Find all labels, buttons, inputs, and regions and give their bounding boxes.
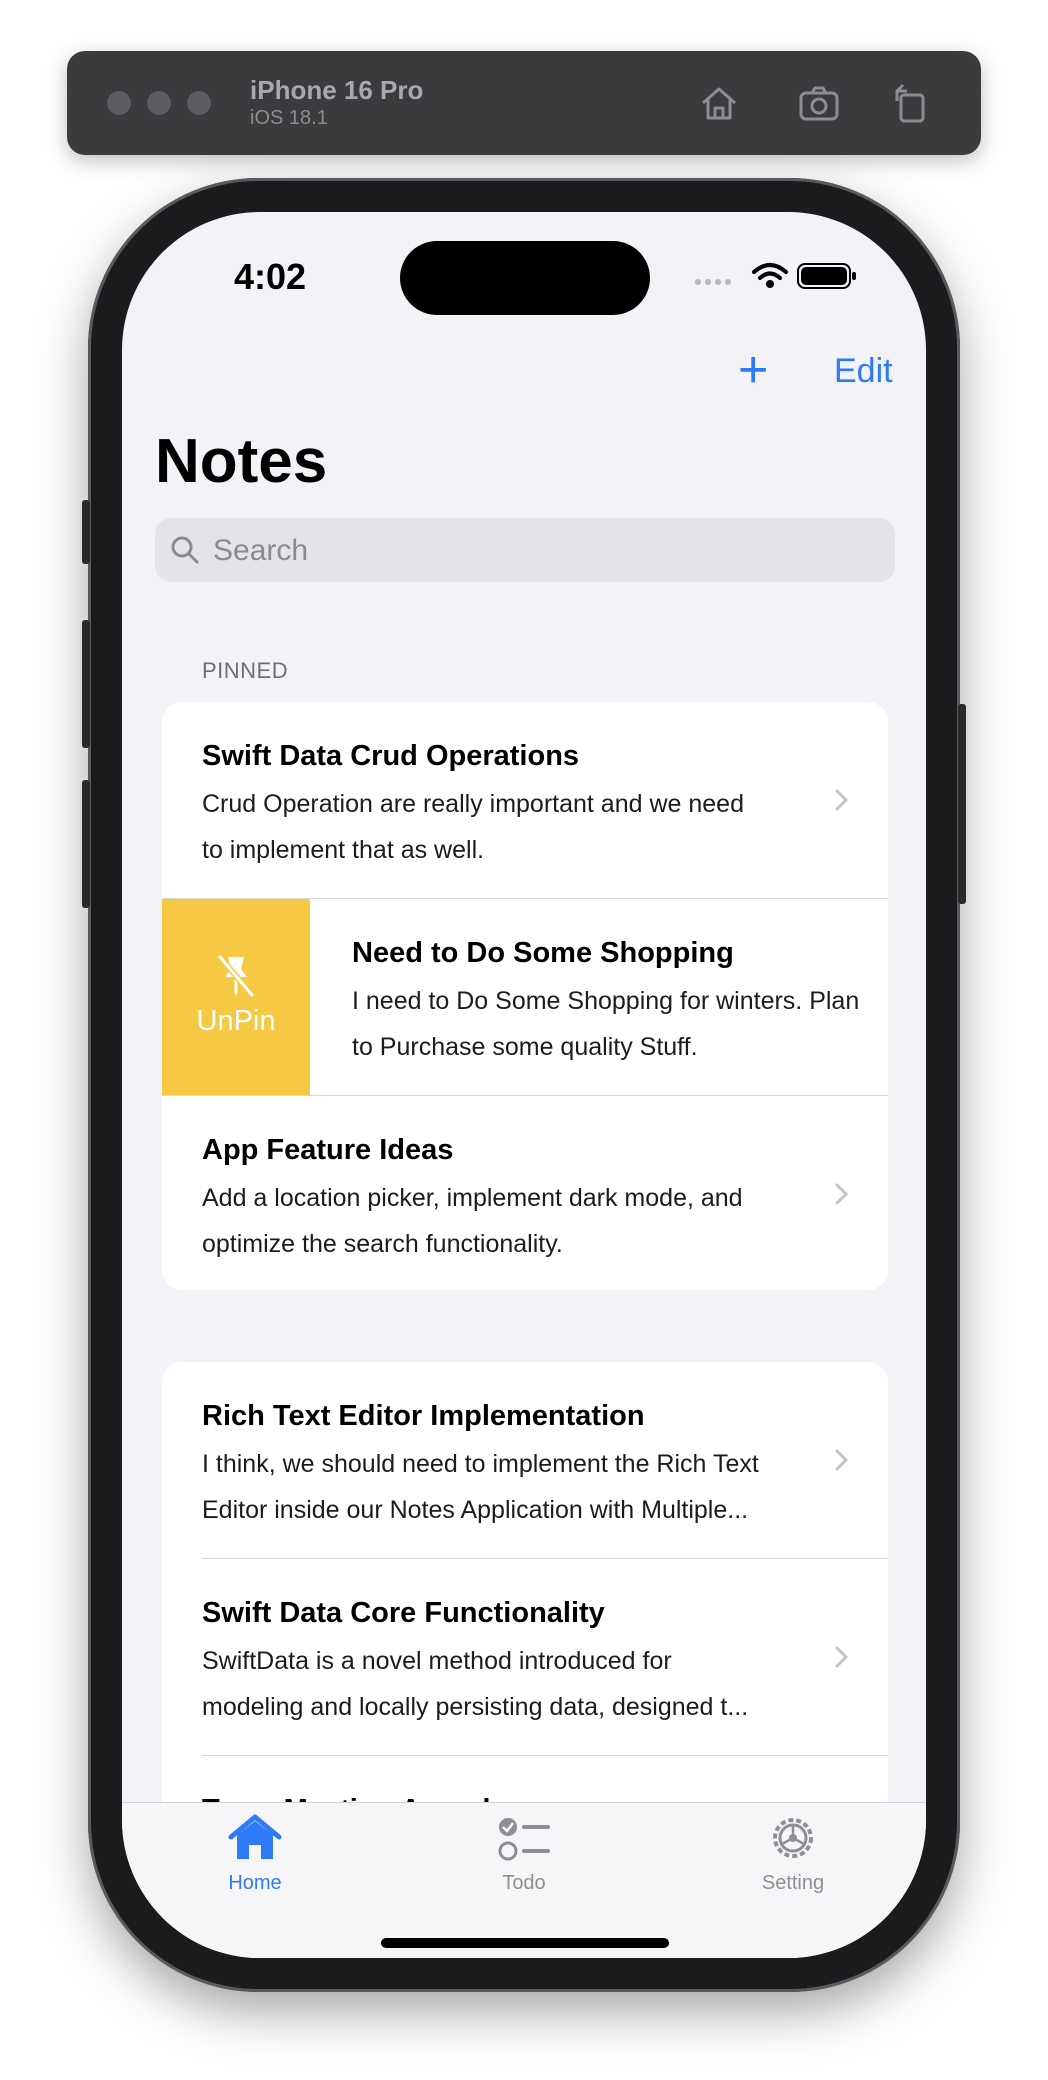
search-field[interactable]: Search: [155, 518, 895, 582]
add-note-button[interactable]: +: [738, 344, 768, 396]
tab-setting[interactable]: Setting: [713, 1813, 873, 1895]
chevron-right-icon: [835, 1449, 849, 1471]
unpin-label: UnPin: [196, 1005, 276, 1037]
tab-todo[interactable]: Todo: [444, 1813, 604, 1895]
status-icons: [695, 263, 856, 289]
note-preview-line: optimize the search functionality.: [202, 1230, 563, 1258]
edit-button[interactable]: Edit: [834, 352, 893, 391]
note-preview-line: Add a location picker, implement dark mo…: [202, 1184, 743, 1212]
note-title: Need to Do Some Shopping: [352, 937, 734, 969]
tab-home[interactable]: Home: [175, 1813, 335, 1895]
search-placeholder: Search: [213, 534, 309, 567]
note-preview-line: SwiftData is a novel method introduced f…: [202, 1647, 672, 1675]
note-preview-line: to Purchase some quality Stuff.: [352, 1033, 698, 1061]
note-preview-line: Crud Operation are really important and …: [202, 790, 744, 818]
home-indicator[interactable]: [381, 1938, 669, 1948]
tab-label: Home: [228, 1872, 282, 1894]
dynamic-island: [400, 241, 650, 315]
search-icon: [171, 536, 199, 564]
gear-icon: [773, 1818, 813, 1858]
note-title: Rich Text Editor Implementation: [202, 1400, 645, 1432]
note-row[interactable]: App Feature Ideas Add a location picker,…: [162, 1096, 888, 1290]
window-minimize-button[interactable]: [147, 91, 171, 115]
note-preview-line: to implement that as well.: [202, 836, 485, 864]
battery-icon: [797, 263, 856, 289]
pinned-section-header: PINNED: [202, 658, 289, 683]
house-icon: [228, 1814, 282, 1859]
app-screen: 4:02 + Edit Notes Search PINNED Swift Da…: [122, 212, 926, 1958]
power-button: [958, 704, 966, 904]
volume-down-button: [82, 780, 90, 908]
checklist-icon: [498, 1818, 550, 1861]
tab-bar: Home Todo Setting: [122, 1802, 926, 1958]
wifi-icon: [752, 263, 788, 288]
device-name: iPhone 16 Pro: [250, 75, 424, 105]
action-button: [82, 500, 90, 564]
pinned-notes-list: Swift Data Crud Operations Crud Operatio…: [162, 702, 888, 1290]
chevron-right-icon: [835, 1183, 849, 1205]
note-title: Swift Data Core Functionality: [202, 1597, 605, 1629]
window-close-button[interactable]: [107, 91, 131, 115]
rotate-icon[interactable]: [889, 81, 933, 125]
signal-icon: [695, 279, 731, 285]
note-preview-line: I think, we should need to implement the…: [202, 1450, 759, 1478]
status-time: 4:02: [234, 256, 307, 297]
note-title: Swift Data Crud Operations: [202, 740, 580, 772]
simulator-toolbar: iPhone 16 Pro iOS 18.1: [67, 51, 981, 155]
note-preview-line: I need to Do Some Shopping for winters. …: [352, 987, 860, 1015]
note-row[interactable]: Swift Data Crud Operations Crud Operatio…: [162, 702, 888, 898]
note-row[interactable]: Swift Data Core Functionality SwiftData …: [162, 1559, 888, 1755]
note-preview-line: modeling and locally persisting data, de…: [202, 1693, 749, 1721]
note-row-swiped[interactable]: UnPin Need to Do Some Shopping I need to…: [162, 899, 888, 1095]
os-version: iOS 18.1: [250, 107, 328, 129]
chevron-right-icon: [835, 789, 849, 811]
note-preview-line: Editor inside our Notes Application with…: [202, 1496, 749, 1524]
unpin-button[interactable]: UnPin: [162, 899, 310, 1095]
note-title: App Feature Ideas: [202, 1134, 454, 1166]
home-icon[interactable]: [697, 81, 741, 125]
note-row[interactable]: Rich Text Editor Implementation I think,…: [162, 1362, 888, 1558]
screenshot-icon[interactable]: [797, 81, 841, 125]
volume-up-button: [82, 620, 90, 748]
window-zoom-button[interactable]: [187, 91, 211, 115]
tab-label: Setting: [761, 1872, 825, 1894]
pin-slash-icon: [217, 955, 255, 997]
page-title: Notes: [155, 427, 328, 496]
tab-label: Todo: [502, 1872, 546, 1894]
chevron-right-icon: [835, 1646, 849, 1668]
